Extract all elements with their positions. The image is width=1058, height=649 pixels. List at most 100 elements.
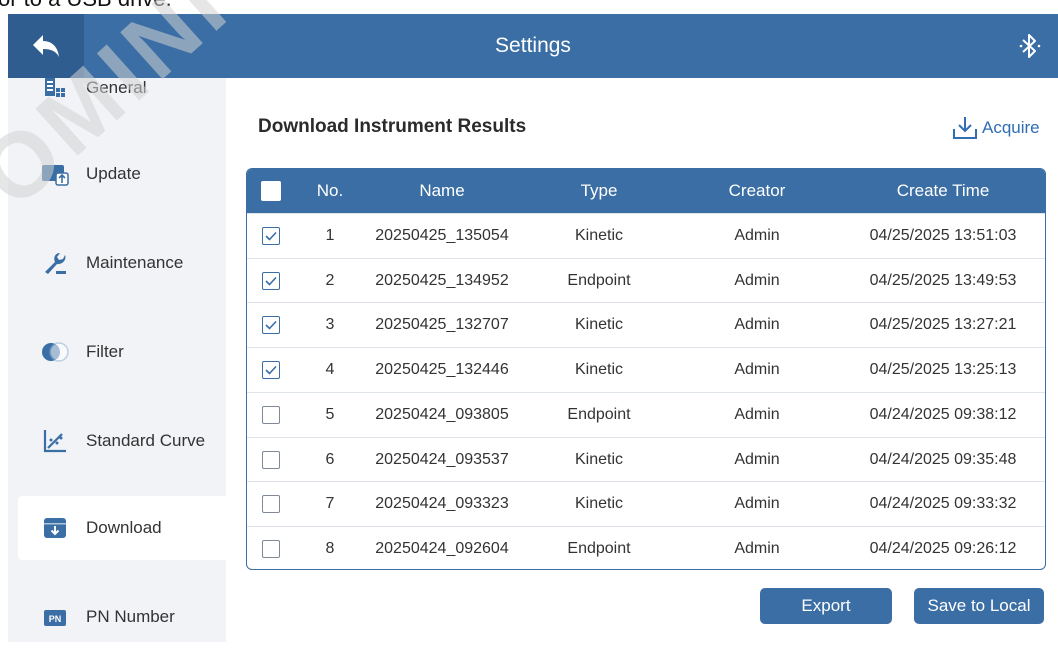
sidebar-item-filter[interactable]: Filter — [18, 320, 226, 384]
cell-type: Kinetic — [574, 227, 624, 244]
cell-type: Endpoint — [567, 405, 631, 423]
select-all-checkbox[interactable] — [261, 181, 281, 201]
cell-time: 04/25/2025 13:25:13 — [869, 361, 1017, 379]
table-row[interactable]: 4 20250425_132446 Kinetic Admin 04/25/2025 1… — [247, 347, 1045, 392]
row-checkbox[interactable] — [262, 227, 280, 245]
column-header-name[interactable]: Name — [357, 169, 527, 213]
column-header-type[interactable]: Type — [547, 169, 651, 213]
cell-no: 5 — [325, 405, 335, 423]
cell-no: 4 — [325, 361, 335, 379]
cell-creator: Admin — [734, 495, 780, 513]
table-row[interactable]: 6 20250424_093537 Kinetic Admin 04/24/2025 0… — [247, 436, 1045, 482]
cell-time: 04/24/2025 09:33:32 — [869, 495, 1017, 513]
row-checkbox[interactable] — [262, 539, 280, 558]
cell-no: 7 — [325, 495, 335, 513]
cell-no: 2 — [325, 271, 335, 289]
filter-icon — [40, 337, 70, 367]
acquire-download-icon — [953, 117, 977, 139]
table-row[interactable]: 2 20250425_134952 Endpoint Admin 04/25/2025 … — [247, 257, 1045, 303]
cell-type: Endpoint — [567, 539, 631, 557]
cell-creator: Admin — [734, 405, 780, 423]
cell-creator: Admin — [734, 361, 780, 379]
sidebar-item-label: Maintenance — [86, 253, 184, 272]
bluetooth-icon[interactable] — [1016, 32, 1044, 60]
cell-creator: Admin — [734, 227, 780, 244]
sidebar-item-label: Download — [86, 518, 162, 537]
cell-no: 8 — [325, 539, 335, 557]
save-to-local-button[interactable]: Save to Local — [914, 588, 1044, 624]
checkmark-icon — [265, 366, 277, 375]
select-all-cell — [259, 169, 283, 213]
cell-time: 04/25/2025 13:51:03 — [869, 227, 1017, 244]
update-icon — [40, 159, 70, 189]
sidebar-item-pn-number[interactable]: PN PN Number — [18, 585, 226, 649]
settings-sidebar: General Update Maintenance Filter Standa… — [8, 78, 226, 642]
cell-creator: Admin — [734, 539, 780, 557]
cell-name: 20250424_092604 — [375, 539, 509, 557]
cell-time: 04/24/2025 09:38:12 — [869, 405, 1017, 423]
table-row[interactable]: 8 20250424_092604 Endpoint Admin 04/24/2025 … — [247, 525, 1045, 569]
sidebar-item-maintenance[interactable]: Maintenance — [18, 231, 226, 295]
maintenance-icon — [40, 248, 70, 278]
acquire-button[interactable]: Acquire — [952, 114, 1040, 142]
cell-time: 04/24/2025 09:26:12 — [869, 539, 1017, 557]
table-row[interactable]: 5 20250424_093805 Endpoint Admin 04/24/2025 … — [247, 391, 1045, 437]
export-button[interactable]: Export — [760, 588, 892, 624]
checkmark-icon — [265, 321, 277, 331]
row-checkbox-cell — [261, 482, 281, 526]
results-table: No. Name Type Creator Create Time 1 20250… — [246, 168, 1046, 570]
cell-no: 1 — [325, 227, 335, 244]
top-cropped-text-label: or to a USB drive. — [0, 0, 172, 12]
table-row[interactable]: 3 20250425_132707 Kinetic Admin 04/25/2025 1… — [247, 302, 1045, 347]
section-title: Download Instrument Results — [258, 116, 527, 137]
column-header-creator[interactable]: Creator — [707, 169, 807, 213]
cell-creator: Admin — [734, 316, 780, 334]
cell-no: 6 — [325, 450, 335, 468]
checkmark-icon — [265, 276, 277, 286]
sidebar-item-label: Standard Curve — [86, 431, 206, 450]
column-header-no[interactable]: No. — [305, 169, 355, 213]
cell-time: 04/25/2025 13:49:53 — [869, 271, 1017, 289]
standard-curve-icon — [40, 426, 70, 456]
row-checkbox-cell — [261, 303, 281, 347]
column-header-create-time[interactable]: Create Time — [845, 169, 1041, 213]
cell-creator: Admin — [734, 271, 780, 289]
sidebar-item-update[interactable]: Update — [18, 142, 226, 206]
row-checkbox[interactable] — [262, 450, 280, 469]
sidebar-item-label: Update — [86, 164, 141, 183]
checkmark-icon — [265, 231, 277, 241]
cell-type: Kinetic — [574, 316, 624, 334]
row-checkbox[interactable] — [262, 316, 280, 335]
cell-time: 04/25/2025 13:27:21 — [869, 316, 1017, 334]
row-checkbox[interactable] — [262, 361, 280, 380]
row-checkbox-cell — [261, 348, 281, 392]
row-checkbox-cell — [261, 214, 281, 258]
sidebar-item-label: PN Number — [86, 607, 175, 626]
sidebar-item-download[interactable]: Download — [18, 496, 226, 560]
cell-creator: Admin — [734, 450, 780, 468]
row-checkbox-cell — [261, 527, 281, 569]
cell-name: 20250425_132446 — [375, 361, 509, 379]
cell-name: 20250424_093805 — [375, 405, 509, 423]
cell-type: Kinetic — [574, 361, 624, 379]
row-checkbox-cell — [261, 259, 281, 303]
table-row[interactable]: 7 20250424_093323 Kinetic Admin 04/24/2025 0… — [247, 481, 1045, 526]
row-checkbox-cell — [261, 393, 281, 437]
row-checkbox-cell — [261, 438, 281, 482]
cell-time: 04/24/2025 09:35:48 — [869, 450, 1017, 468]
table-header: No. Name Type Creator Create Time — [247, 169, 1045, 213]
general-icon — [40, 73, 70, 103]
sidebar-item-general[interactable]: General — [18, 56, 226, 120]
pn-icon: PN — [40, 602, 70, 632]
sidebar-item-label: Filter — [86, 342, 124, 361]
cell-no: 3 — [325, 316, 335, 334]
cell-type: Kinetic — [574, 495, 624, 513]
row-checkbox[interactable] — [262, 495, 280, 514]
sidebar-item-standard-curve[interactable]: Standard Curve — [18, 409, 226, 473]
row-checkbox[interactable] — [262, 405, 280, 424]
row-checkbox[interactable] — [262, 271, 280, 290]
cell-type: Endpoint — [567, 271, 631, 289]
table-row[interactable]: 1 20250425_135054 Kinetic Admin 04/25/2025 1… — [247, 213, 1045, 258]
cell-type: Kinetic — [574, 450, 624, 468]
top-cropped-text: or to a USB drive. — [0, 0, 1058, 14]
